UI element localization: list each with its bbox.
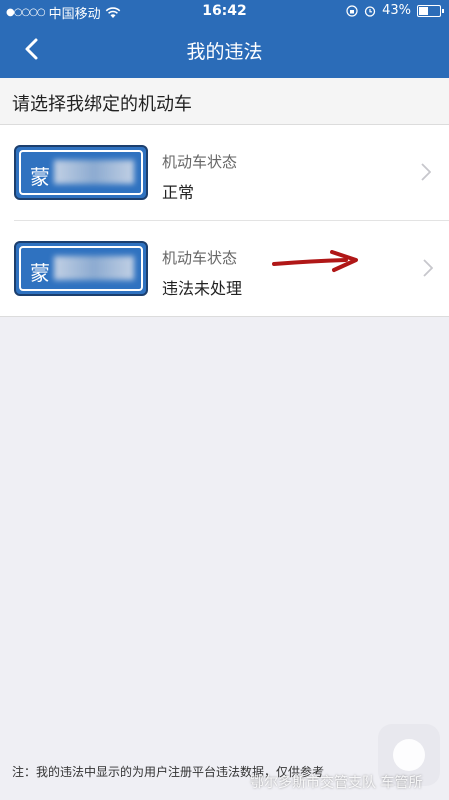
plate-number-blurred — [54, 160, 134, 184]
orientation-lock-icon — [346, 4, 358, 17]
status-bar: ●○○○○ 中国移动 16:42 43% — [0, 0, 449, 22]
status-right: 43% — [346, 3, 444, 18]
plate-number-blurred — [54, 256, 134, 280]
annotation-arrow-icon — [272, 250, 358, 272]
battery-percent: 43% — [382, 3, 411, 18]
alarm-icon — [364, 5, 376, 17]
license-plate: 蒙 — [14, 145, 148, 200]
vehicle-row[interactable]: 蒙 机动车状态 违法未处理 — [14, 220, 449, 316]
chevron-right-icon — [423, 259, 433, 277]
vehicle-row[interactable]: 蒙 机动车状态 正常 — [0, 125, 449, 220]
plate-prefix: 蒙 — [30, 261, 50, 285]
battery-fill — [419, 6, 428, 15]
watermark: 鄂尔多斯市交管支队 车管所 — [250, 775, 423, 791]
license-plate: 蒙 — [14, 241, 148, 296]
vehicle-status-label: 机动车状态 — [162, 153, 238, 171]
plate-prefix: 蒙 — [30, 165, 50, 189]
vehicle-list: 蒙 机动车状态 正常 蒙 机动车状态 违法未处理 — [0, 125, 449, 317]
section-header: 请选择我绑定的机动车 — [0, 78, 449, 125]
vehicle-status-value: 违法未处理 — [162, 279, 243, 298]
chevron-right-icon — [421, 163, 431, 181]
battery-icon — [417, 4, 444, 17]
nav-bar: 我的违法 — [0, 22, 449, 78]
vehicle-status-label: 机动车状态 — [162, 249, 238, 267]
vehicle-status-value: 正常 — [162, 183, 195, 202]
section-title: 请选择我绑定的机动车 — [12, 94, 192, 115]
page-title: 我的违法 — [186, 41, 263, 63]
